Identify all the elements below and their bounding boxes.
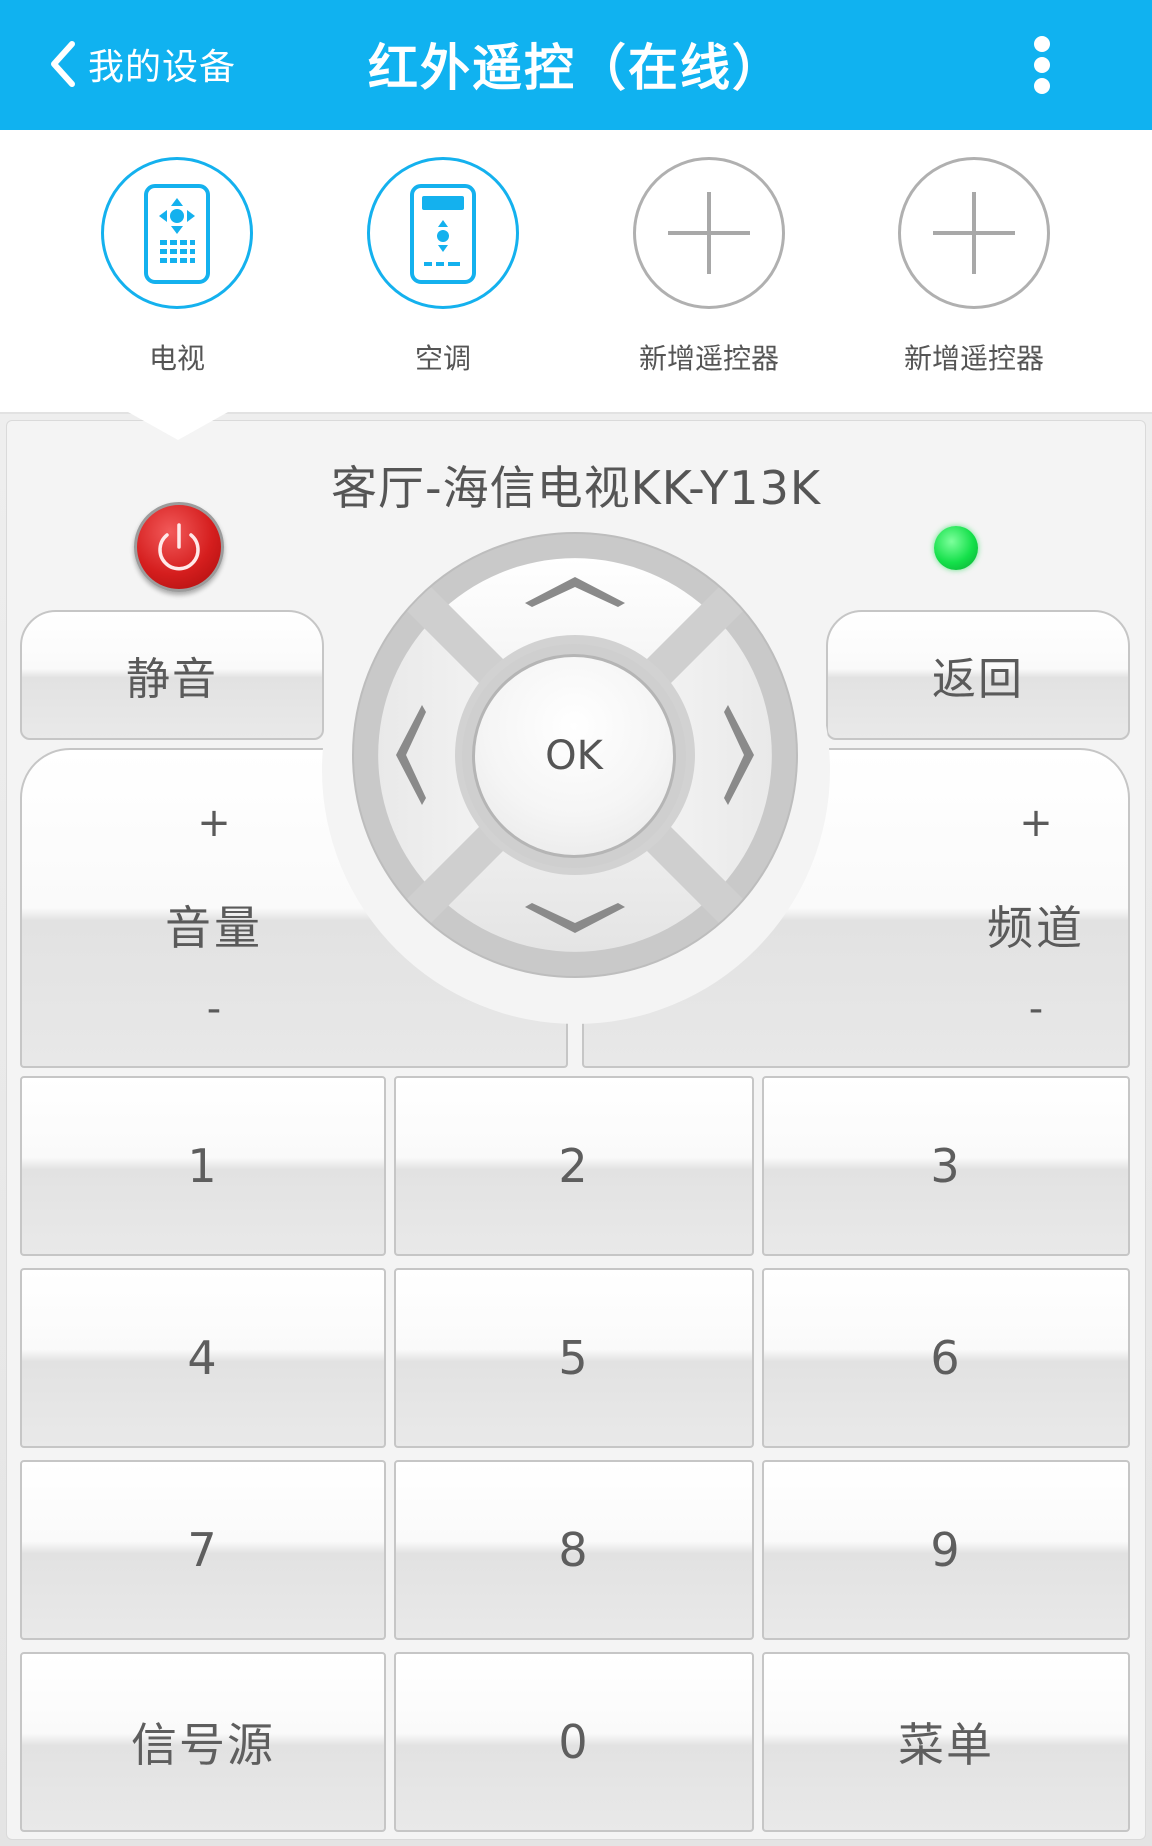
tab-add-remote[interactable]: 新增遥控器 — [864, 157, 1084, 387]
tab-label: 空调 — [414, 342, 471, 375]
chevron-up-icon — [525, 577, 625, 607]
return-label: 返回 — [932, 654, 1024, 705]
key-label: 1 — [187, 1139, 219, 1193]
more-menu-icon[interactable] — [1018, 30, 1066, 100]
key-label: 0 — [558, 1715, 590, 1769]
key-3-button[interactable]: 3 — [762, 1076, 1130, 1256]
tab-label: 新增遥控器 — [903, 342, 1044, 375]
key-2-button[interactable]: 2 — [394, 1076, 754, 1256]
key-label: 菜单 — [898, 1718, 994, 1772]
key-5-button[interactable]: 5 — [394, 1268, 754, 1448]
chevron-right-icon — [724, 705, 754, 805]
dpad-left-button[interactable] — [364, 660, 454, 850]
ac-remote-icon — [367, 157, 519, 309]
active-tab-pointer — [128, 412, 228, 440]
dpad-right-button[interactable] — [696, 660, 786, 850]
chevron-left-icon — [396, 705, 426, 805]
tab-add-remote[interactable]: 新增遥控器 — [599, 157, 819, 387]
add-icon — [633, 157, 785, 309]
remote-tabs: 电视 空调 新增遥控器 新增遥控器 — [0, 130, 1152, 412]
status-led — [934, 526, 978, 570]
tab-label: 新增遥控器 — [638, 342, 779, 375]
mute-label: 静音 — [126, 654, 218, 705]
key-label: 4 — [187, 1331, 219, 1385]
key-label: 5 — [558, 1331, 590, 1385]
key-8-button[interactable]: 8 — [394, 1460, 754, 1640]
key-6-button[interactable]: 6 — [762, 1268, 1130, 1448]
key-label: 9 — [930, 1523, 962, 1577]
key-0-button[interactable]: 0 — [394, 1652, 754, 1832]
power-button[interactable] — [134, 502, 224, 592]
ok-button[interactable]: OK — [472, 654, 676, 858]
dpad-up-button[interactable] — [480, 545, 670, 635]
mute-button[interactable]: 静音 — [20, 610, 324, 740]
key-4-button[interactable]: 4 — [20, 1268, 386, 1448]
volume-down-button[interactable]: - — [134, 986, 294, 1032]
key-label: 信号源 — [131, 1718, 275, 1772]
key-9-button[interactable]: 9 — [762, 1460, 1130, 1640]
channel-up-button[interactable]: + — [956, 800, 1116, 846]
dpad-down-button[interactable] — [480, 875, 670, 965]
key-label: 2 — [558, 1139, 590, 1193]
power-icon — [158, 523, 200, 571]
volume-label: 音量 — [165, 901, 263, 955]
key-label: 7 — [187, 1523, 219, 1577]
tab-tv[interactable]: 电视 — [67, 157, 287, 387]
channel-label: 频道 — [987, 901, 1085, 955]
key-label: 3 — [930, 1139, 962, 1193]
channel-down-button[interactable]: - — [956, 986, 1116, 1032]
return-button[interactable]: 返回 — [826, 610, 1130, 740]
key-label: 6 — [930, 1331, 962, 1385]
volume-up-button[interactable]: + — [134, 800, 294, 846]
tab-ac[interactable]: 空调 — [333, 157, 553, 387]
menu-button[interactable]: 菜单 — [762, 1652, 1130, 1832]
top-bar: 我的设备 红外遥控（在线） — [0, 0, 1152, 130]
key-label: 8 — [558, 1523, 590, 1577]
ok-label: OK — [545, 733, 603, 779]
tab-label: 电视 — [148, 342, 205, 375]
chevron-down-icon — [525, 903, 625, 933]
add-icon — [898, 157, 1050, 309]
page-title: 红外遥控（在线） — [368, 39, 784, 97]
tv-remote-icon — [101, 157, 253, 309]
input-source-button[interactable]: 信号源 — [20, 1652, 386, 1832]
key-1-button[interactable]: 1 — [20, 1076, 386, 1256]
key-7-button[interactable]: 7 — [20, 1460, 386, 1640]
